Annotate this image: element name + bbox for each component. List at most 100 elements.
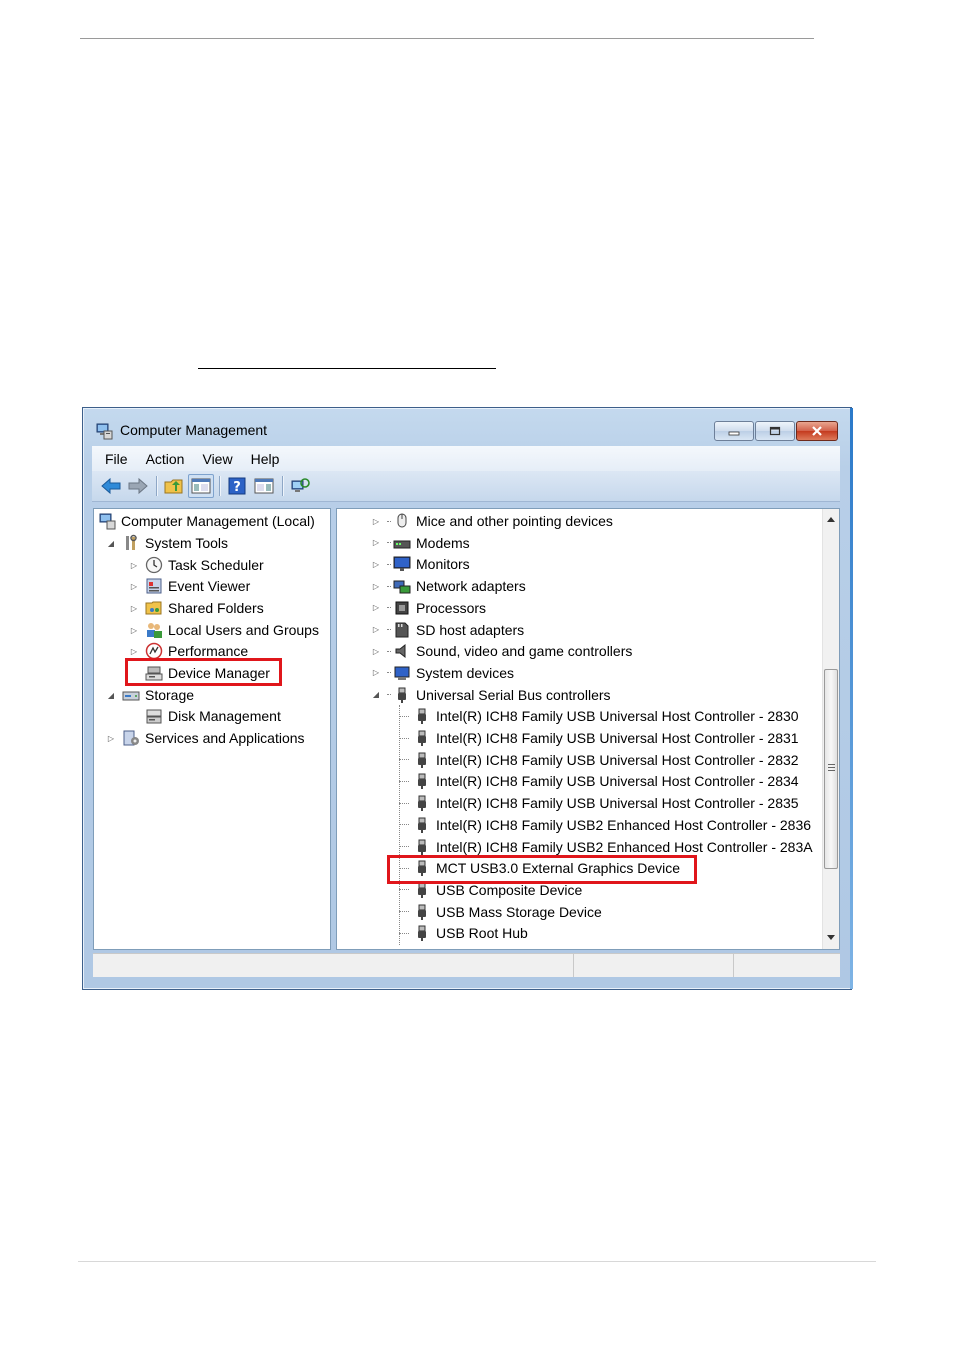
- collapsed-arrow-icon[interactable]: ▷: [371, 581, 381, 591]
- tree-item-system-tools[interactable]: ◢ System Tools: [106, 532, 228, 554]
- device-tree-item-monitors[interactable]: ▷ Monitors: [371, 553, 470, 575]
- refresh-button[interactable]: [287, 474, 313, 498]
- device-tree-item-sound-video-and-game-controllers[interactable]: ▷ Sound, video and game controllers: [371, 640, 632, 662]
- menu-view[interactable]: View: [202, 451, 232, 467]
- tree-item-event-viewer[interactable]: ▷ Event Viewer: [129, 575, 250, 597]
- tree-item-local-users-and-groups[interactable]: ▷ Local Users and Groups: [129, 619, 319, 641]
- device-tree-item-label: SD host adapters: [416, 621, 525, 638]
- device-tree-item-intel-r-ich8-family-usb-universal-host-controller-2834[interactable]: Intel(R) ICH8 Family USB Universal Host …: [399, 770, 799, 792]
- status-pane: [734, 954, 838, 977]
- speaker-icon: [395, 644, 406, 659]
- toolbar-separator: [219, 476, 220, 496]
- collapsed-arrow-icon[interactable]: ▷: [371, 668, 381, 678]
- toolbar-separator: [156, 476, 157, 496]
- device-tree-item-universal-serial-bus-controllers[interactable]: ◢ Universal Serial Bus controllers: [371, 684, 611, 706]
- scroll-thumb[interactable]: [824, 669, 838, 869]
- expanded-arrow-icon[interactable]: ◢: [106, 538, 116, 548]
- scroll-up-arrow-icon: [827, 516, 835, 522]
- sd-card-icon: [395, 622, 409, 637]
- collapsed-arrow-icon[interactable]: ▷: [371, 603, 381, 613]
- tree-item-computer-management[interactable]: Computer Management (Local): [98, 510, 315, 532]
- device-tree-item-label: USB Root Hub: [436, 925, 528, 942]
- scroll-grip-icon: [828, 764, 835, 771]
- collapsed-arrow-icon[interactable]: ▷: [129, 625, 139, 635]
- tree-item-disk-management[interactable]: Disk Management: [145, 705, 281, 727]
- device-tree-item-mice-and-other-pointing-devices[interactable]: ▷ Mice and other pointing devices: [371, 510, 613, 532]
- event-viewer-icon: [146, 578, 162, 594]
- services-icon: [123, 730, 139, 746]
- system-device-icon: [394, 666, 410, 680]
- device-tree-item-system-devices[interactable]: ▷ System devices: [371, 662, 514, 684]
- device-tree-item-intel-r-ich8-family-usb-universal-host-controller-2835[interactable]: Intel(R) ICH8 Family USB Universal Host …: [399, 792, 799, 814]
- collapsed-arrow-icon[interactable]: ▷: [371, 538, 381, 548]
- usb-icon: [398, 687, 406, 703]
- tree-item-task-scheduler[interactable]: ▷ Task Scheduler: [129, 554, 264, 576]
- usb-icon: [418, 904, 426, 920]
- collapsed-arrow-icon[interactable]: ▷: [129, 581, 139, 591]
- device-tree-item-label: Mice and other pointing devices: [416, 513, 613, 529]
- device-tree-item-network-adapters[interactable]: ▷ Network adapters: [371, 575, 526, 597]
- device-tree-item-processors[interactable]: ▷ Processors: [371, 597, 486, 619]
- device-tree-item-usb-root-hub[interactable]: USB Root Hub: [399, 922, 528, 944]
- computer-management-icon: [96, 423, 113, 440]
- status-bar: [93, 953, 840, 977]
- collapsed-arrow-icon[interactable]: ▷: [371, 646, 381, 656]
- menu-help[interactable]: Help: [251, 451, 280, 467]
- title-bar[interactable]: Computer Management: [83, 408, 851, 448]
- show-hide-console-tree-icon: [191, 478, 211, 494]
- refresh-icon: [291, 478, 310, 492]
- toolbar: ?: [92, 471, 840, 502]
- collapsed-arrow-icon[interactable]: ▷: [129, 603, 139, 613]
- system-tools-icon: [126, 534, 137, 550]
- tree-item-storage[interactable]: ◢ Storage: [106, 684, 194, 706]
- window-title: Computer Management: [120, 422, 268, 438]
- scroll-up-button[interactable]: [823, 511, 839, 527]
- back-arrow-icon: [101, 477, 121, 495]
- menu-file[interactable]: File: [105, 451, 128, 467]
- expanded-arrow-icon[interactable]: ◢: [106, 690, 116, 700]
- device-tree-item-intel-r-ich8-family-usb-universal-host-controller-2832[interactable]: Intel(R) ICH8 Family USB Universal Host …: [399, 749, 799, 771]
- collapsed-arrow-icon[interactable]: ▷: [129, 646, 139, 656]
- back-button[interactable]: [98, 474, 124, 498]
- device-tree-item-modems[interactable]: ▷ Modems: [371, 532, 470, 554]
- device-tree-item-intel-r-ich8-family-usb-universal-host-controller-2831[interactable]: Intel(R) ICH8 Family USB Universal Host …: [399, 727, 799, 749]
- minimize-icon: [728, 431, 740, 436]
- tree-connector: [399, 932, 409, 934]
- tree-connector-vertical: [399, 705, 400, 945]
- device-tree-item-label: Universal Serial Bus controllers: [416, 686, 611, 703]
- close-icon: [812, 426, 822, 436]
- close-button[interactable]: [796, 421, 838, 441]
- collapsed-arrow-icon[interactable]: ▷: [371, 516, 381, 526]
- up-folder-button[interactable]: [161, 474, 187, 498]
- status-pane: [574, 954, 734, 977]
- collapsed-arrow-icon[interactable]: ▷: [129, 560, 139, 570]
- usb-icon: [418, 752, 426, 768]
- scroll-down-button[interactable]: [823, 929, 839, 945]
- maximize-button[interactable]: [755, 421, 795, 441]
- tree-item-services-and-applications[interactable]: ▷ Services and Applications: [106, 727, 305, 749]
- device-tree-item-sd-host-adapters[interactable]: ▷ SD host adapters: [371, 619, 524, 641]
- expanded-arrow-icon[interactable]: ◢: [371, 690, 381, 700]
- menu-action[interactable]: Action: [146, 451, 185, 467]
- collapsed-arrow-icon[interactable]: ▷: [371, 559, 381, 569]
- minimize-button[interactable]: [714, 421, 754, 441]
- help-button[interactable]: ?: [224, 474, 250, 498]
- tree-item-shared-folders[interactable]: ▷ Shared Folders: [129, 597, 264, 619]
- monitor-icon: [393, 556, 411, 572]
- properties-pane-button[interactable]: [251, 474, 277, 498]
- device-tree-item-usb-mass-storage-device[interactable]: USB Mass Storage Device: [399, 901, 602, 923]
- collapsed-arrow-icon[interactable]: ▷: [371, 625, 381, 635]
- scroll-down-arrow-icon: [827, 934, 835, 940]
- device-tree-item-intel-r-ich8-family-usb2-enhanced-host-controller-2836[interactable]: Intel(R) ICH8 Family USB2 Enhanced Host …: [399, 814, 811, 836]
- tree-connector: [387, 650, 391, 652]
- users-icon: [147, 623, 162, 638]
- tree-connector: [387, 520, 391, 522]
- vertical-scrollbar[interactable]: [822, 509, 839, 949]
- device-tree-item-intel-r-ich8-family-usb-universal-host-controller-2830[interactable]: Intel(R) ICH8 Family USB Universal Host …: [399, 705, 799, 727]
- collapsed-arrow-icon[interactable]: ▷: [106, 733, 116, 743]
- console-tree-panel: Computer Management (Local) ◢ System Too…: [93, 508, 331, 950]
- device-tree-item-label: Monitors: [416, 556, 470, 573]
- forward-button[interactable]: [125, 474, 151, 498]
- show-hide-console-tree-button[interactable]: [188, 474, 214, 498]
- usb-icon: [418, 708, 426, 725]
